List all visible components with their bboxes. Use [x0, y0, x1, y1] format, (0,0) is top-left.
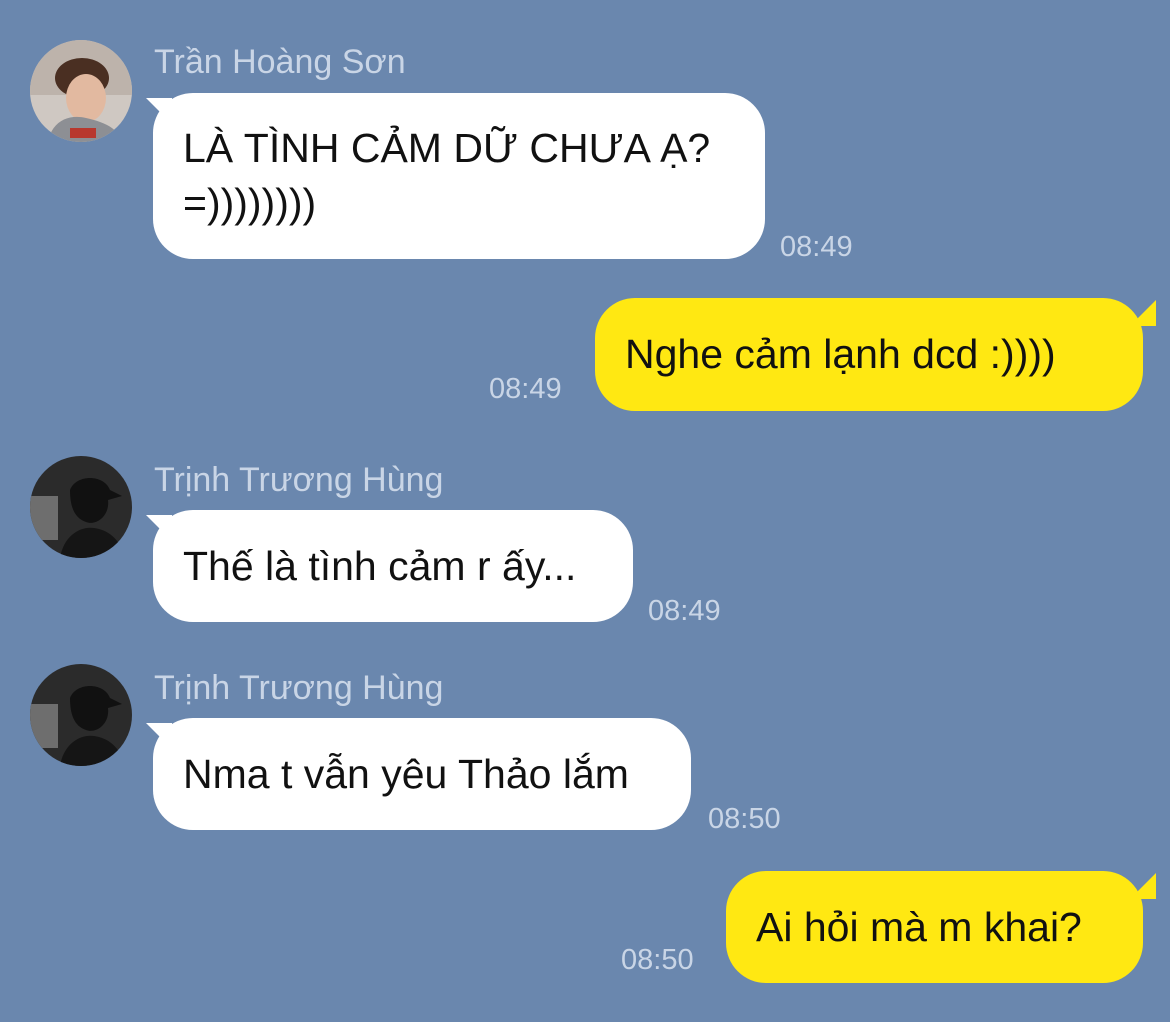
outgoing-message-bubble[interactable]: Nghe cảm lạnh dcd :)))): [595, 298, 1143, 411]
message-text: LÀ TÌNH CẢM DỮ CHƯA Ạ? =)))))))): [183, 125, 711, 226]
incoming-message-bubble[interactable]: Thế là tình cảm r ấy...: [153, 510, 633, 622]
message-timestamp: 08:49: [780, 231, 853, 263]
sender-name: Trần Hoàng Sơn: [154, 43, 406, 81]
avatar-photo-icon: [30, 456, 132, 558]
avatar-photo-icon: [30, 664, 132, 766]
message-text: Ai hỏi mà m khai?: [756, 903, 1082, 950]
sender-avatar[interactable]: [30, 456, 132, 558]
incoming-message-bubble[interactable]: LÀ TÌNH CẢM DỮ CHƯA Ạ? =)))))))): [153, 93, 765, 259]
chat-thread: Trần Hoàng Sơn LÀ TÌNH CẢM DỮ CHƯA Ạ? =)…: [0, 0, 1170, 1022]
sender-avatar[interactable]: [30, 664, 132, 766]
outgoing-message-bubble[interactable]: Ai hỏi mà m khai?: [726, 871, 1143, 983]
sender-name: Trịnh Trương Hùng: [154, 461, 444, 499]
sender-avatar[interactable]: [30, 40, 132, 142]
message-timestamp: 08:49: [648, 595, 721, 627]
incoming-message-bubble[interactable]: Nma t vẫn yêu Thảo lắm: [153, 718, 691, 830]
message-text: Nma t vẫn yêu Thảo lắm: [183, 750, 629, 797]
message-timestamp: 08:50: [708, 803, 781, 835]
message-timestamp: 08:49: [489, 373, 562, 405]
avatar-photo-icon: [30, 40, 132, 142]
message-text: Nghe cảm lạnh dcd :)))): [625, 331, 1056, 377]
sender-name: Trịnh Trương Hùng: [154, 669, 444, 707]
message-text: Thế là tình cảm r ấy...: [183, 542, 577, 589]
message-timestamp: 08:50: [621, 944, 694, 976]
